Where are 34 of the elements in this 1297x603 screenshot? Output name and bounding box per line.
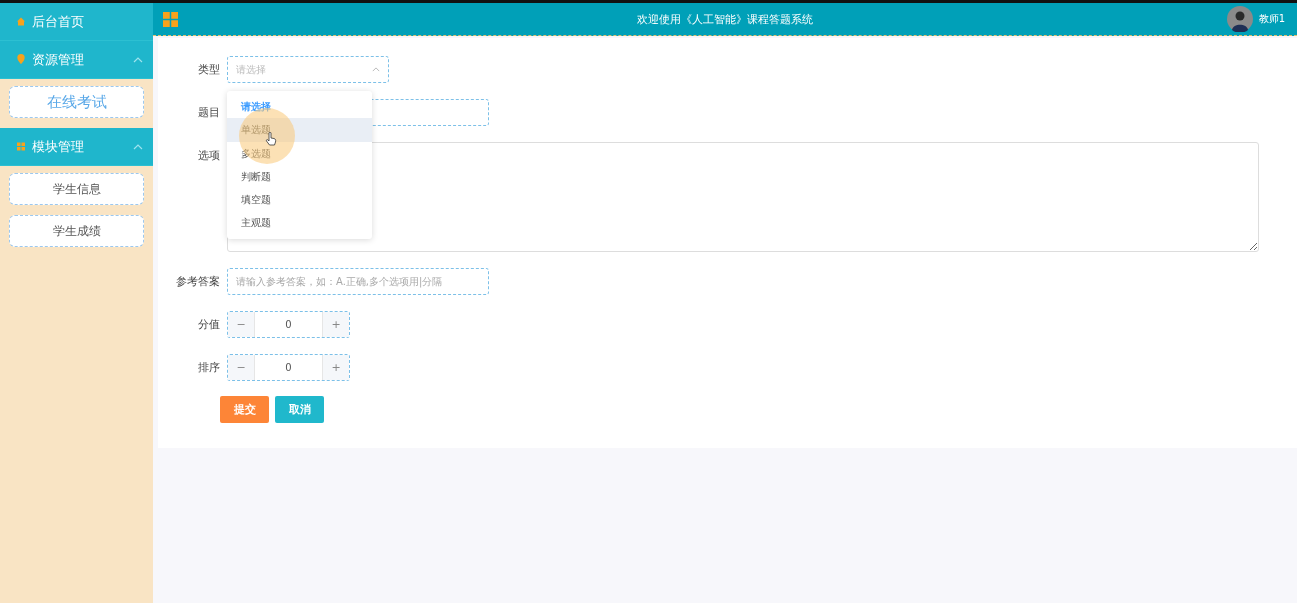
submit-button[interactable]: 提交 — [220, 396, 269, 423]
sidebar-group[interactable]: 模块管理 — [0, 128, 153, 166]
number-stepper[interactable]: − 0 + — [227, 354, 350, 381]
number-stepper[interactable]: − 0 + — [227, 311, 350, 338]
dropdown-option[interactable]: 判断题 — [227, 164, 372, 189]
sidebar-item[interactable]: 学生成绩 — [9, 215, 144, 247]
plus-button[interactable]: + — [323, 355, 349, 380]
minus-button[interactable]: − — [228, 355, 254, 380]
field-label: 选项 — [197, 148, 221, 164]
input-field[interactable]: 请输入参考答案，如：A.正确,多个选项用|分隔 — [227, 268, 489, 295]
field-label: 分值 — [197, 317, 221, 333]
sidebar-item[interactable]: 后台首页 — [0, 3, 153, 41]
sidebar-item[interactable]: 学生信息 — [9, 173, 144, 205]
home-icon — [16, 16, 26, 27]
dropdown-option[interactable]: 主观题 — [227, 211, 372, 235]
grid-icon — [16, 141, 26, 152]
field-label: 题目 — [197, 105, 221, 121]
grid-icon[interactable] — [163, 11, 178, 27]
user-name: 教师1 — [1258, 12, 1285, 26]
field-label: 类型 — [197, 62, 221, 78]
chevron-icon — [372, 67, 380, 72]
plus-button[interactable]: + — [323, 312, 349, 337]
pin-icon — [16, 54, 26, 65]
avatar-icon[interactable] — [1226, 6, 1253, 32]
field-label: 排序 — [197, 360, 221, 376]
cancel-button[interactable]: 取消 — [275, 396, 324, 423]
field-label: 参考答案 — [175, 274, 221, 290]
dropdown-option[interactable]: 填空题 — [227, 188, 372, 212]
minus-button[interactable]: − — [228, 312, 254, 337]
type-select[interactable]: 请选择 — [227, 56, 389, 83]
sidebar-group[interactable]: 资源管理 — [0, 41, 153, 79]
sidebar-item[interactable]: 在线考试 — [9, 86, 144, 118]
app-title: 欢迎使用《人工智能》课程答题系统 — [637, 11, 813, 27]
dropdown-option[interactable]: 请选择 — [227, 95, 372, 119]
